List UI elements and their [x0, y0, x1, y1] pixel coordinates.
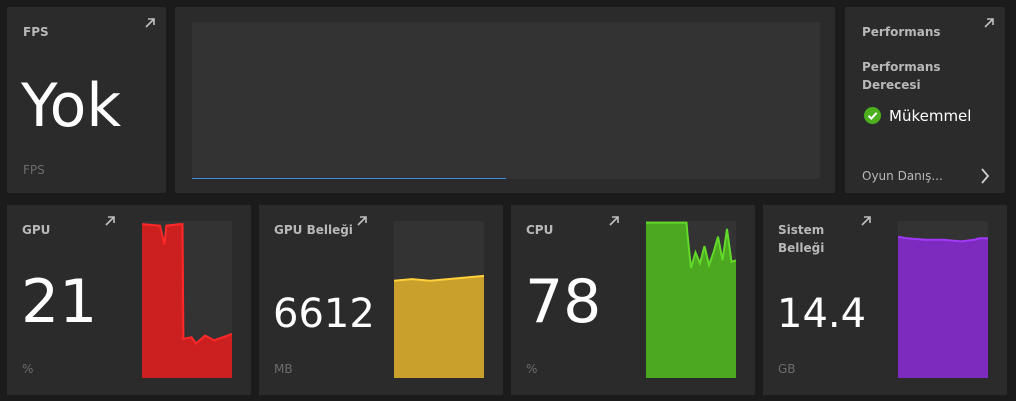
- expand-icon[interactable]: [103, 214, 117, 228]
- metric-value: 6612: [273, 291, 375, 337]
- metric-value: 21: [21, 267, 98, 337]
- metric-value: 14.4: [777, 291, 867, 337]
- metric-unit: MB: [274, 362, 293, 376]
- fps-card: FPS Yok FPS: [7, 7, 166, 193]
- metric-graph: [142, 221, 232, 378]
- metric-graph: [646, 221, 736, 378]
- metric-graph: [394, 221, 484, 378]
- metric-card: GPU 21%: [7, 205, 251, 395]
- metric-unit: GB: [778, 362, 796, 376]
- metric-graph-area: [898, 236, 988, 378]
- metric-value: 78: [525, 267, 602, 337]
- fps-unit: FPS: [23, 163, 45, 177]
- metric-card: CPU 78%: [511, 205, 755, 395]
- fps-title: FPS: [23, 25, 49, 39]
- advisor-link-label: Oyun Danış...: [862, 169, 943, 183]
- chevron-right-icon: [981, 168, 990, 184]
- fps-graph: [192, 22, 820, 179]
- fps-graph-line: [192, 178, 506, 179]
- expand-icon[interactable]: [607, 214, 621, 228]
- metric-graph-area: [142, 224, 232, 378]
- metric-graph-area: [394, 275, 484, 378]
- expand-icon[interactable]: [143, 16, 157, 30]
- metric-title: Sistem Belleği: [778, 223, 825, 255]
- metric-card: Sistem Belleği 14.4 GB: [763, 205, 1007, 395]
- expand-icon[interactable]: [859, 214, 873, 228]
- fps-value: Yok: [21, 71, 122, 141]
- metric-graph: [898, 221, 988, 378]
- performance-card: Performans Performans Derecesi Mükemmel …: [845, 7, 1005, 193]
- metric-graph-area: [646, 222, 736, 378]
- expand-icon[interactable]: [355, 214, 369, 228]
- metric-unit: %: [22, 362, 34, 376]
- metric-title: CPU: [526, 223, 554, 237]
- metric-title: GPU: [22, 223, 51, 237]
- metric-title: GPU Belleği: [274, 223, 353, 237]
- metric-unit: %: [526, 362, 538, 376]
- metric-card: GPU Belleği 6612 MB: [259, 205, 503, 395]
- performance-title: Performans: [862, 25, 941, 39]
- expand-icon[interactable]: [982, 16, 996, 30]
- performance-rating-label: Performans Derecesi: [862, 60, 941, 92]
- performance-rating-value: Mükemmel: [889, 107, 972, 125]
- check-circle-icon: [864, 107, 881, 124]
- advisor-link[interactable]: Oyun Danış...: [862, 167, 997, 187]
